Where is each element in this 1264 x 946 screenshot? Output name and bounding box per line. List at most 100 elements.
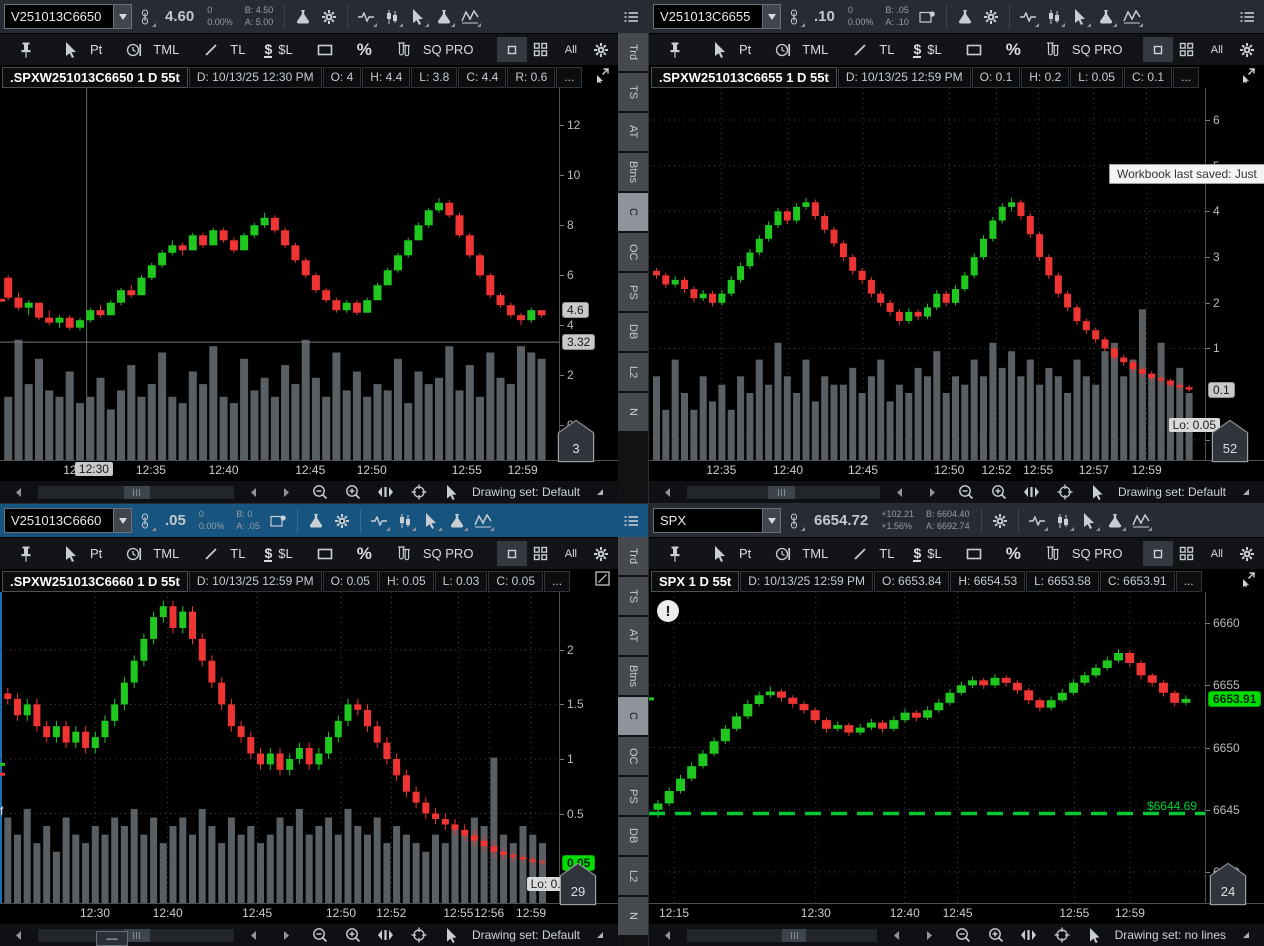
toolbar-button-pt[interactable]: Pt <box>49 539 111 569</box>
restore-icon[interactable] <box>1240 571 1256 592</box>
zoom-out-icon[interactable] <box>950 923 976 946</box>
side-tab-c[interactable]: C <box>618 193 648 231</box>
list-icon[interactable] <box>618 509 644 533</box>
side-tab-btns[interactable]: Btns <box>618 153 648 191</box>
crosshair-icon[interactable] <box>1052 480 1078 503</box>
toolbar-button-sqpro[interactable]: SQ PRO <box>1031 35 1132 65</box>
toolbar-button-[interactable]: % <box>997 37 1030 63</box>
plot-region[interactable] <box>0 88 559 460</box>
gear-icon[interactable] <box>1234 542 1260 566</box>
zoom-out-icon[interactable] <box>953 480 979 503</box>
scrollbar-track[interactable] <box>687 929 877 942</box>
pattern-icon[interactable] <box>1128 509 1154 533</box>
zoom-out-icon[interactable] <box>307 480 333 503</box>
crosshair-icon[interactable] <box>1049 923 1075 946</box>
scroll-left-icon[interactable] <box>241 480 267 503</box>
pointer-icon[interactable] <box>1082 923 1108 946</box>
side-tab-btns[interactable]: Btns <box>618 657 648 695</box>
side-tab-db[interactable]: DB <box>618 817 648 855</box>
toolbar-button-tl[interactable]: TL <box>838 539 903 569</box>
crosshair-icon[interactable] <box>406 923 432 946</box>
scroll-left-icon[interactable] <box>887 480 913 503</box>
side-tab-l2[interactable]: L2 <box>618 353 648 391</box>
side-tab-n[interactable]: N <box>618 897 648 935</box>
gear-icon[interactable] <box>987 509 1013 533</box>
scroll-right-icon[interactable] <box>274 480 300 503</box>
side-tab-n[interactable]: N <box>618 393 648 431</box>
single-chart-button[interactable] <box>1143 37 1173 62</box>
flask-icon[interactable] <box>431 5 457 29</box>
toolbar-button-[interactable]: % <box>348 37 381 63</box>
drawing-set-label[interactable]: Drawing set: Default <box>472 928 580 942</box>
gear-icon[interactable] <box>588 38 614 62</box>
side-tab-db[interactable]: DB <box>618 313 648 351</box>
gear-icon[interactable] <box>588 542 614 566</box>
wave-icon[interactable] <box>1024 509 1050 533</box>
all-button[interactable]: All <box>555 548 587 560</box>
flask-icon[interactable] <box>290 5 316 29</box>
expand-icon[interactable] <box>1016 923 1042 946</box>
toolbar-button-pin[interactable] <box>653 539 697 569</box>
side-tab-c[interactable]: C <box>618 697 648 735</box>
price-axis[interactable]: 1210864204.63.32 <box>559 88 618 460</box>
toolbar-button-tml[interactable]: TML <box>761 35 837 65</box>
gear-icon[interactable] <box>329 509 355 533</box>
scrollbar-track[interactable] <box>38 929 234 942</box>
scrollbar-thumb[interactable] <box>768 486 795 499</box>
side-tab-at[interactable]: AT <box>618 617 648 655</box>
cursor-icon[interactable] <box>1067 5 1093 29</box>
cursor-icon[interactable] <box>418 509 444 533</box>
toolbar-button-pt[interactable]: Pt <box>49 35 111 65</box>
toolbar-button-l[interactable]: $$L <box>904 543 950 565</box>
minimized-window-button[interactable]: — <box>96 931 128 946</box>
flask-icon[interactable] <box>1093 5 1119 29</box>
scrollbar-thumb[interactable] <box>124 929 149 942</box>
single-chart-button[interactable] <box>497 37 527 62</box>
link-icon[interactable] <box>781 5 807 29</box>
side-tab-ts[interactable]: TS <box>618 73 648 111</box>
toolbar-button-rectangle[interactable] <box>303 539 347 569</box>
toolbar-button-[interactable]: % <box>997 541 1030 567</box>
flask-icon[interactable] <box>952 5 978 29</box>
gear-icon[interactable] <box>978 5 1004 29</box>
time-axis[interactable]: 12:12:3512:4012:4512:5012:5512:5912:30 <box>0 461 618 481</box>
toolbar-button-l[interactable]: $$L <box>255 543 301 565</box>
flask-icon[interactable] <box>303 509 329 533</box>
dropdown-caret-icon[interactable] <box>762 5 780 28</box>
candles-icon[interactable] <box>1050 509 1076 533</box>
flask-icon[interactable] <box>444 509 470 533</box>
gear-icon[interactable] <box>1234 38 1260 62</box>
zoom-in-icon[interactable] <box>986 480 1012 503</box>
link-icon[interactable] <box>132 509 158 533</box>
symbol-input[interactable]: SPX <box>653 508 781 533</box>
all-button[interactable]: All <box>1201 548 1233 560</box>
pointer-icon[interactable] <box>439 480 465 503</box>
cursor-icon[interactable] <box>1076 509 1102 533</box>
side-tab-trd[interactable]: Trd <box>618 33 648 71</box>
side-tab-ts[interactable]: TS <box>618 577 648 615</box>
scroll-left-icon[interactable] <box>884 923 910 946</box>
grid-icon[interactable] <box>528 38 554 62</box>
side-tab-at[interactable]: AT <box>618 113 648 151</box>
all-button[interactable]: All <box>1201 44 1233 56</box>
toolbar-button-rectangle[interactable] <box>952 539 996 569</box>
grid-icon[interactable] <box>528 542 554 566</box>
scroll-left-icon[interactable] <box>654 923 680 946</box>
scrollbar-track[interactable] <box>38 486 234 499</box>
side-tab-oc[interactable]: OC <box>618 233 648 271</box>
pointer-icon[interactable] <box>439 923 465 946</box>
toolbar-button-[interactable]: % <box>348 541 381 567</box>
wave-icon[interactable] <box>1015 5 1041 29</box>
candles-icon[interactable] <box>1041 5 1067 29</box>
toolbar-button-pin[interactable] <box>4 35 48 65</box>
grid-icon[interactable] <box>1174 38 1200 62</box>
grip-icon[interactable] <box>1233 480 1259 503</box>
news-icon[interactable] <box>266 509 292 533</box>
zoom-in-icon[interactable] <box>983 923 1009 946</box>
scrollbar-track[interactable] <box>687 486 880 499</box>
side-tab-l2[interactable]: L2 <box>618 857 648 895</box>
cursor-icon[interactable] <box>405 5 431 29</box>
wave-icon[interactable] <box>366 509 392 533</box>
toolbar-button-tml[interactable]: TML <box>761 539 837 569</box>
maximize-icon[interactable] <box>595 571 610 591</box>
